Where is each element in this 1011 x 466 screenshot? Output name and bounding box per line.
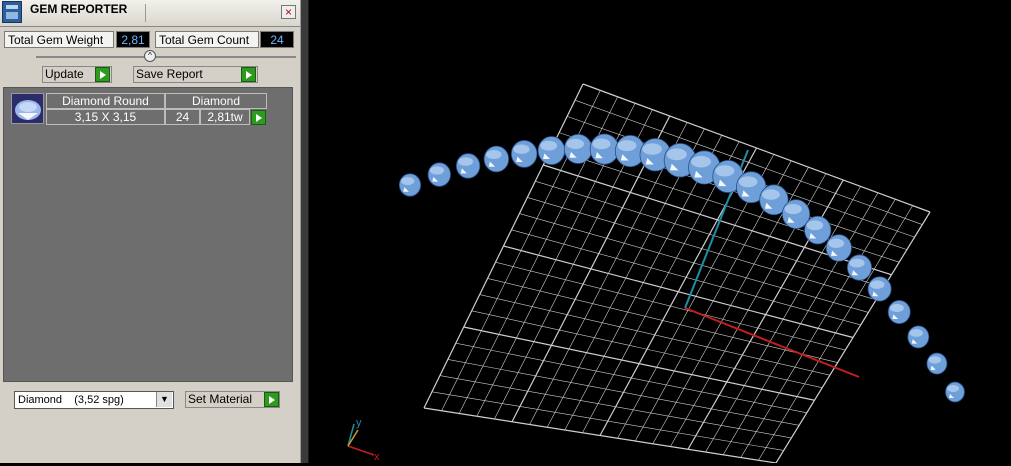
gem-highlight	[666, 148, 687, 161]
set-material-go-icon[interactable]	[264, 392, 279, 407]
save-report-button[interactable]: Save Report	[133, 66, 258, 83]
gem-highlight	[513, 144, 530, 154]
gem-count-cell: 24	[165, 109, 200, 125]
gem[interactable]	[398, 173, 422, 197]
gem-highlight	[909, 329, 923, 337]
gem[interactable]	[846, 254, 872, 281]
gem[interactable]	[887, 300, 911, 325]
grid-line	[447, 359, 800, 426]
panel-titlebar: GEM REPORTER ×	[0, 0, 300, 27]
gem-highlight	[849, 258, 865, 268]
grid-line	[423, 407, 777, 464]
gem-highlight	[928, 356, 942, 364]
gem-body	[510, 140, 538, 168]
gem-highlight	[761, 189, 780, 200]
gem-row-go-icon[interactable]	[251, 110, 266, 125]
gem-material-cell: Diamond	[165, 93, 267, 109]
chevron-down-icon[interactable]: ▼	[156, 392, 172, 407]
gem[interactable]	[455, 153, 481, 179]
gem-reporter-panel: GEM REPORTER × Total Gem Weight 2,81 Tot…	[0, 0, 300, 463]
gem-highlight	[947, 385, 959, 392]
gem-highlight	[429, 166, 445, 175]
gem-highlight	[738, 176, 758, 188]
gem[interactable]	[945, 381, 965, 403]
material-spg: (3,52 spg)	[74, 394, 124, 406]
gem-body	[589, 133, 620, 165]
gem-highlight	[784, 203, 802, 215]
gem[interactable]	[427, 162, 451, 187]
gem-thumbnail[interactable]	[11, 93, 44, 124]
gem-string[interactable]	[398, 133, 965, 403]
gem-highlight	[828, 238, 845, 248]
gem-highlight	[642, 143, 662, 155]
total-gem-count-label: Total Gem Count	[155, 31, 259, 48]
grid-line	[775, 211, 931, 464]
gem-highlight	[566, 138, 585, 149]
gem-body	[483, 145, 510, 173]
gem-size-cell: 3,15 X 3,15	[46, 109, 165, 125]
gem-body	[926, 352, 948, 375]
gem[interactable]	[510, 140, 538, 168]
panel-splitter[interactable]	[300, 0, 309, 463]
material-select[interactable]: Diamond (3,52 spg)	[14, 391, 174, 409]
gem[interactable]	[483, 145, 510, 173]
save-report-go-icon[interactable]	[241, 67, 256, 82]
total-gem-count-value: 24	[260, 31, 294, 48]
close-button[interactable]: ×	[281, 5, 296, 19]
gem-body	[398, 173, 422, 197]
3d-viewport[interactable]: x y	[310, 0, 1011, 464]
collapse-toggle-icon[interactable]: ^	[144, 50, 156, 62]
total-gem-weight-label: Total Gem Weight	[4, 31, 114, 48]
gem[interactable]	[563, 133, 593, 164]
gem-body	[427, 162, 451, 187]
gem[interactable]	[926, 352, 948, 375]
gem-list	[3, 87, 293, 382]
gem-body	[846, 254, 872, 281]
x-axis-line	[684, 307, 860, 378]
gem[interactable]	[867, 276, 892, 302]
gem-highlight	[592, 138, 611, 150]
axis-y-label: y	[356, 417, 362, 429]
gem-body	[455, 153, 481, 179]
gem-weight-cell: 2,81tw	[200, 109, 250, 125]
gem-highlight	[715, 165, 735, 177]
gem[interactable]	[589, 133, 620, 165]
gem[interactable]	[804, 215, 832, 245]
gem[interactable]	[537, 136, 566, 165]
gem-body	[804, 215, 832, 245]
gem-body	[887, 300, 911, 325]
material-name: Diamond	[18, 394, 63, 406]
gem-body	[563, 133, 593, 164]
titlebar-separator	[145, 4, 146, 22]
gem-highlight	[401, 177, 415, 185]
gem-body	[825, 234, 852, 262]
collapse-divider	[36, 56, 296, 58]
gem-highlight	[869, 280, 885, 289]
gem-highlight	[540, 140, 558, 151]
viewport-canvas[interactable]: x y	[310, 0, 1011, 464]
gem-body	[907, 325, 930, 349]
gem-highlight	[889, 303, 904, 313]
axis-indicator: x y	[347, 417, 380, 463]
gem-highlight	[486, 149, 502, 160]
gem[interactable]	[907, 325, 930, 349]
gem-reporter-app-icon	[2, 1, 22, 23]
gem[interactable]	[825, 234, 852, 262]
grid-line	[431, 391, 784, 451]
gem-highlight	[806, 220, 824, 231]
axis-x-label: x	[374, 451, 380, 463]
total-gem-weight-value: 2,81	[116, 31, 150, 48]
gem-body	[537, 136, 566, 165]
gem-shape-cell: Diamond Round	[46, 93, 165, 109]
gem-body	[945, 381, 965, 403]
gem-body	[867, 276, 892, 302]
gem-highlight	[691, 155, 711, 168]
diamond-round-thumbnail-icon	[15, 100, 41, 120]
gem-highlight	[617, 140, 637, 152]
update-go-icon[interactable]	[95, 67, 110, 82]
panel-title: GEM REPORTER	[30, 2, 128, 16]
gem-highlight	[458, 157, 474, 166]
